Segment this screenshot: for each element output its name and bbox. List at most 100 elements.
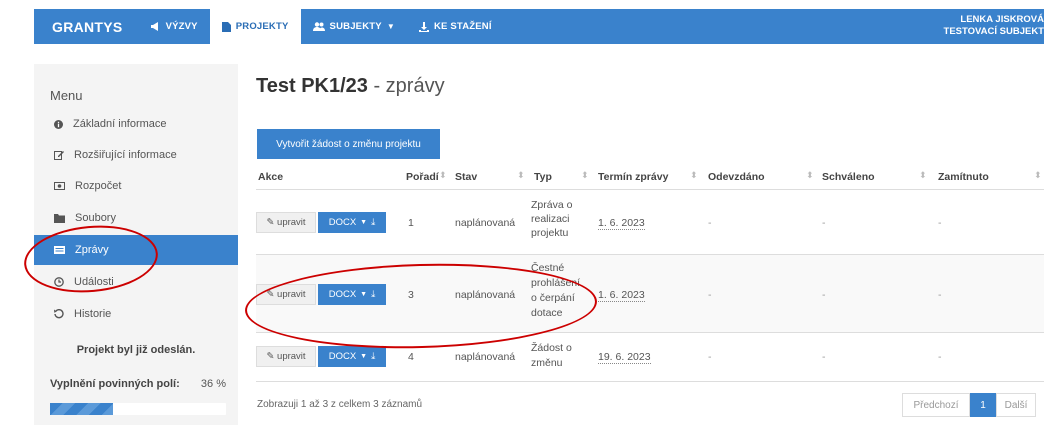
sent-status: Projekt byl již odeslán. [76,344,196,356]
chevron-down-icon: ▼ [360,353,368,360]
chevron-down-icon: ▼ [360,219,368,226]
edit-label: upravit [277,217,306,228]
sidebar-item-label: Soubory [75,212,116,224]
docx-download-button[interactable]: DOCX ▼ ⤓ [318,346,386,367]
sidebar-item-historie[interactable]: Historie [34,300,238,328]
row-state: naplánovaná [455,217,516,229]
sort-icon[interactable]: ⬍ [1034,170,1042,181]
money-icon [54,182,65,190]
users-icon [312,22,325,31]
row-approved: - [822,217,826,229]
row-divider [256,381,1044,382]
nav-projekty[interactable]: PROJEKTY [209,9,301,44]
chevron-down-icon: ▼ [386,22,395,31]
row-rejected: - [938,289,942,301]
edit-label: upravit [277,351,306,362]
table-row: ✎ upravit DOCX ▼ ⤓ 1 naplánovaná Zpráva o … [256,190,1044,254]
project-code: Test PK1/23 [256,75,368,97]
row-due-date: 1. 6. 2023 [598,217,645,230]
column-header-schvaleno[interactable]: Schváleno [822,171,875,183]
sidebar-item-label: Rozpočet [75,180,122,192]
progress-label: Vyplnění povinných polí: [50,378,180,390]
progress-bar [50,403,226,415]
folder-icon [54,213,65,223]
nav-subjekty-label: SUBJEKTY [329,21,382,32]
sort-icon[interactable]: ⬍ [690,170,698,181]
column-header-zamitnuto[interactable]: Zamítnuto [938,171,989,183]
pencil-icon: ✎ [266,217,275,228]
pencil-icon: ✎ [266,351,275,362]
nav-projekty-label: PROJEKTY [235,21,289,32]
nav-ke-stazeni-label: KE STAŽENÍ [433,21,492,32]
user-name: LENKA JISKROVÁ [960,14,1044,25]
info-icon [54,119,63,129]
sidebar-item-rozsirujici[interactable]: Rozšiřující informace [34,141,238,169]
nav-ke-stazeni[interactable]: KE STAŽENÍ [407,9,504,44]
history-icon [54,309,64,319]
column-header-odevzdano[interactable]: Odevzdáno [708,171,765,183]
row-type-line: Zpráva o [531,199,573,211]
column-header-akce: Akce [258,171,284,183]
sort-icon[interactable]: ⬍ [806,170,814,181]
row-approved: - [822,351,826,363]
sort-icon[interactable]: ⬍ [919,170,927,181]
nav-subjekty[interactable]: SUBJEKTY ▼ [301,9,407,44]
file-icon [221,21,231,32]
edit-icon [54,151,64,160]
sort-icon[interactable]: ⬍ [581,170,589,181]
top-navbar: GRANTYS VÝZVY PROJEKTY SUBJEKTY ▼ KE STA… [34,9,1044,44]
row-type-line: změnu [531,357,563,369]
menu-title: Menu [50,88,83,103]
row-rejected: - [938,351,942,363]
pagination-page-1[interactable]: 1 [970,393,996,417]
table-info: Zobrazuji 1 až 3 z celkem 3 záznamů [257,399,423,410]
docx-label: DOCX [328,217,357,228]
sidebar-item-rozpocet[interactable]: Rozpočet [34,172,238,200]
download-icon [418,21,429,32]
column-header-stav[interactable]: Stav [455,171,477,183]
row-submitted: - [708,217,712,229]
nav-vyzvy[interactable]: VÝZVY [139,9,210,44]
row-submitted: - [708,289,712,301]
progress-bar-fill [50,403,114,415]
column-header-termin[interactable]: Termín zprávy [598,171,668,183]
row-rejected: - [938,217,942,229]
user-subject: TESTOVACÍ SUBJEKT [943,26,1044,37]
row-type-line: realizaci [531,213,570,225]
pagination-prev[interactable]: Předchozí [902,393,970,417]
column-header-poradi[interactable]: Pořadí [406,171,439,183]
docx-label: DOCX [328,351,357,362]
pagination-next[interactable]: Další [996,393,1036,417]
progress-value: 36 % [200,378,226,390]
create-change-request-button[interactable]: Vytvořit žádost o změnu projektu [257,129,440,159]
row-type: Zpráva o realizaci projektu [531,198,572,240]
row-state: naplánovaná [455,351,516,363]
row-type-line: Žádost o [531,342,572,354]
sidebar-item-soubory[interactable]: Soubory [34,204,238,232]
page-title: Test PK1/23 - zprávy [256,75,445,98]
edit-button[interactable]: ✎ upravit [256,346,316,367]
row-order: 1 [408,217,414,229]
row-due-date: 19. 6. 2023 [598,351,651,364]
nav-vyzvy-label: VÝZVY [165,21,198,32]
sidebar-item-label: Rozšiřující informace [74,149,177,161]
sort-icon[interactable]: ⬍ [517,170,525,181]
download-icon: ⤓ [371,217,376,228]
download-icon: ⤓ [371,351,376,362]
sidebar-item-label: Základní informace [73,118,167,130]
row-type: Žádost o změnu [531,341,572,371]
column-header-typ[interactable]: Typ [534,171,552,183]
row-approved: - [822,289,826,301]
row-submitted: - [708,351,712,363]
sidebar-item-zakladni[interactable]: Základní informace [34,110,238,138]
row-due-date: 1. 6. 2023 [598,289,645,302]
page-subtitle: - zprávy [367,75,445,97]
row-type-line: projektu [531,227,569,239]
user-info[interactable]: LENKA JISKROVÁ TESTOVACÍ SUBJEKT [944,14,1044,38]
edit-button[interactable]: ✎ upravit [256,212,316,233]
megaphone-icon [150,22,158,31]
sidebar-item-label: Historie [74,308,112,320]
docx-download-button[interactable]: DOCX ▼ ⤓ [318,212,386,233]
sort-icon[interactable]: ⬍ [439,170,447,181]
brand-logo[interactable]: GRANTYS [34,19,139,35]
